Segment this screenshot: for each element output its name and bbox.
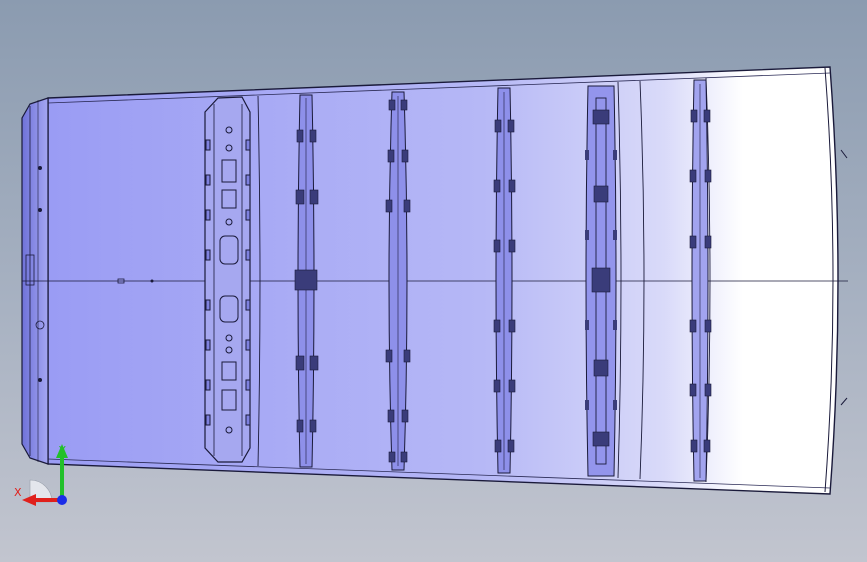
y-axis-label: Y (58, 444, 66, 457)
crossmember-5[interactable] (585, 85, 617, 477)
x-axis-label: X (14, 486, 22, 499)
cad-viewport[interactable] (0, 0, 867, 562)
crossmember-bracket-front[interactable] (204, 96, 251, 463)
coordinate-triad: Y X (14, 444, 68, 506)
z-axis-dot (57, 495, 67, 505)
panel-body[interactable] (47, 66, 839, 495)
